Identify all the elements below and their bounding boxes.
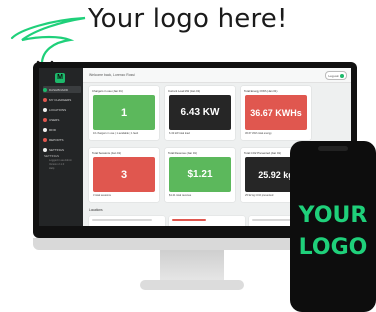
dashboard-icon xyxy=(43,87,47,92)
card-title: Chargers in use (Jan 01) xyxy=(92,89,123,93)
card-value: 1 xyxy=(93,95,155,130)
card-icon xyxy=(43,127,47,132)
sidebar-item-label: Locations xyxy=(49,107,67,112)
card-value: $1.21 xyxy=(169,157,231,192)
charger-icon xyxy=(43,97,47,102)
monitor-stand xyxy=(160,250,224,282)
report-icon xyxy=(43,137,47,142)
sidebar-item-label: Dashboard xyxy=(49,87,69,92)
app-logo: M xyxy=(55,73,65,83)
card-footer: 16 chargers in use | 1 available | 1 fau… xyxy=(93,132,139,135)
card-value: 6.43 KW xyxy=(169,95,231,130)
card-title: Total CO2 Prevented (Jan 01) xyxy=(244,151,281,155)
card-value: 36.67 KWHs xyxy=(245,95,307,130)
sidebar-item-reports[interactable]: Reports xyxy=(43,136,81,143)
sidebar-item-label: RFID xyxy=(49,127,56,132)
sidebar-item-locations[interactable]: Locations xyxy=(43,106,81,113)
gear-icon xyxy=(43,147,47,152)
stat-card-revenue: Total Revenue (Jan 01) $1.21 $1.21 total… xyxy=(165,148,235,202)
phone-notch xyxy=(318,146,348,151)
settings-line: Version 2.1.0 xyxy=(49,163,65,166)
user-icon xyxy=(43,117,47,122)
sidebar-item-label: Users xyxy=(49,117,60,122)
logout-label: Log out xyxy=(328,73,339,78)
sidebar-item-dashboard[interactable]: Dashboard xyxy=(43,86,81,93)
sidebar-item-settings[interactable]: Settings xyxy=(43,146,81,153)
sidebar-item-label: Reports xyxy=(49,137,64,142)
sidebar-item-users[interactable]: Users xyxy=(43,116,81,123)
card-footer: $1.21 total revenue xyxy=(169,194,192,197)
sidebar: M Dashboard My Chargers Locations Users … xyxy=(39,68,83,226)
sidebar-item-chargers[interactable]: My Chargers xyxy=(43,96,81,103)
bottom-panel xyxy=(89,216,165,226)
sidebar-item-rfid[interactable]: RFID xyxy=(43,126,81,133)
bottom-panel xyxy=(169,216,245,226)
phone-logo-line1: YOUR xyxy=(298,203,368,228)
settings-line: Logged in as Admin xyxy=(49,159,72,162)
stat-card-sessions: Total Sessions (Jan 01) 3 3 total sessio… xyxy=(89,148,159,202)
section-label: Locations xyxy=(89,208,103,212)
stat-card-energy: Total Energy KWh (Jan 01) 36.67 KWHs 36.… xyxy=(241,86,311,140)
pin-icon xyxy=(43,107,47,112)
card-title: Total Energy KWh (Jan 01) xyxy=(244,89,278,93)
card-footer: 25.92 kg CO2 prevented xyxy=(245,194,274,197)
settings-header: Settings xyxy=(44,154,60,158)
headline: Your logo here! xyxy=(88,4,288,34)
logout-icon xyxy=(339,73,344,78)
bar-line xyxy=(172,219,206,221)
bar-line xyxy=(92,219,152,221)
card-title: Current Load kW (Jan 01) xyxy=(168,89,201,93)
card-footer: 36.67 kWh total energy xyxy=(245,132,272,135)
topbar: Welcome back, Lorenzo Rossi Log out xyxy=(83,68,351,83)
stat-card-load: Current Load kW (Jan 01) 6.43 KW 6.43 kW… xyxy=(165,86,235,140)
sidebar-item-label: My Chargers xyxy=(49,97,72,102)
card-title: Total Revenue (Jan 01) xyxy=(168,151,197,155)
logout-button[interactable]: Log out xyxy=(325,71,347,80)
phone: YOUR LOGO xyxy=(290,141,376,312)
settings-line[interactable]: Help xyxy=(49,167,54,170)
welcome-text: Welcome back, Lorenzo Rossi xyxy=(89,73,135,77)
phone-logo-line2: LOGO xyxy=(298,235,368,260)
sidebar-item-label: Settings xyxy=(49,147,65,152)
card-value: 3 xyxy=(93,157,155,192)
card-footer: 3 total sessions xyxy=(93,194,111,197)
card-title: Total Sessions (Jan 01) xyxy=(92,151,122,155)
stat-card-chargers: Chargers in use (Jan 01) 1 16 chargers i… xyxy=(89,86,159,140)
monitor-base xyxy=(140,280,244,290)
card-footer: 6.43 kW total load xyxy=(169,132,190,135)
